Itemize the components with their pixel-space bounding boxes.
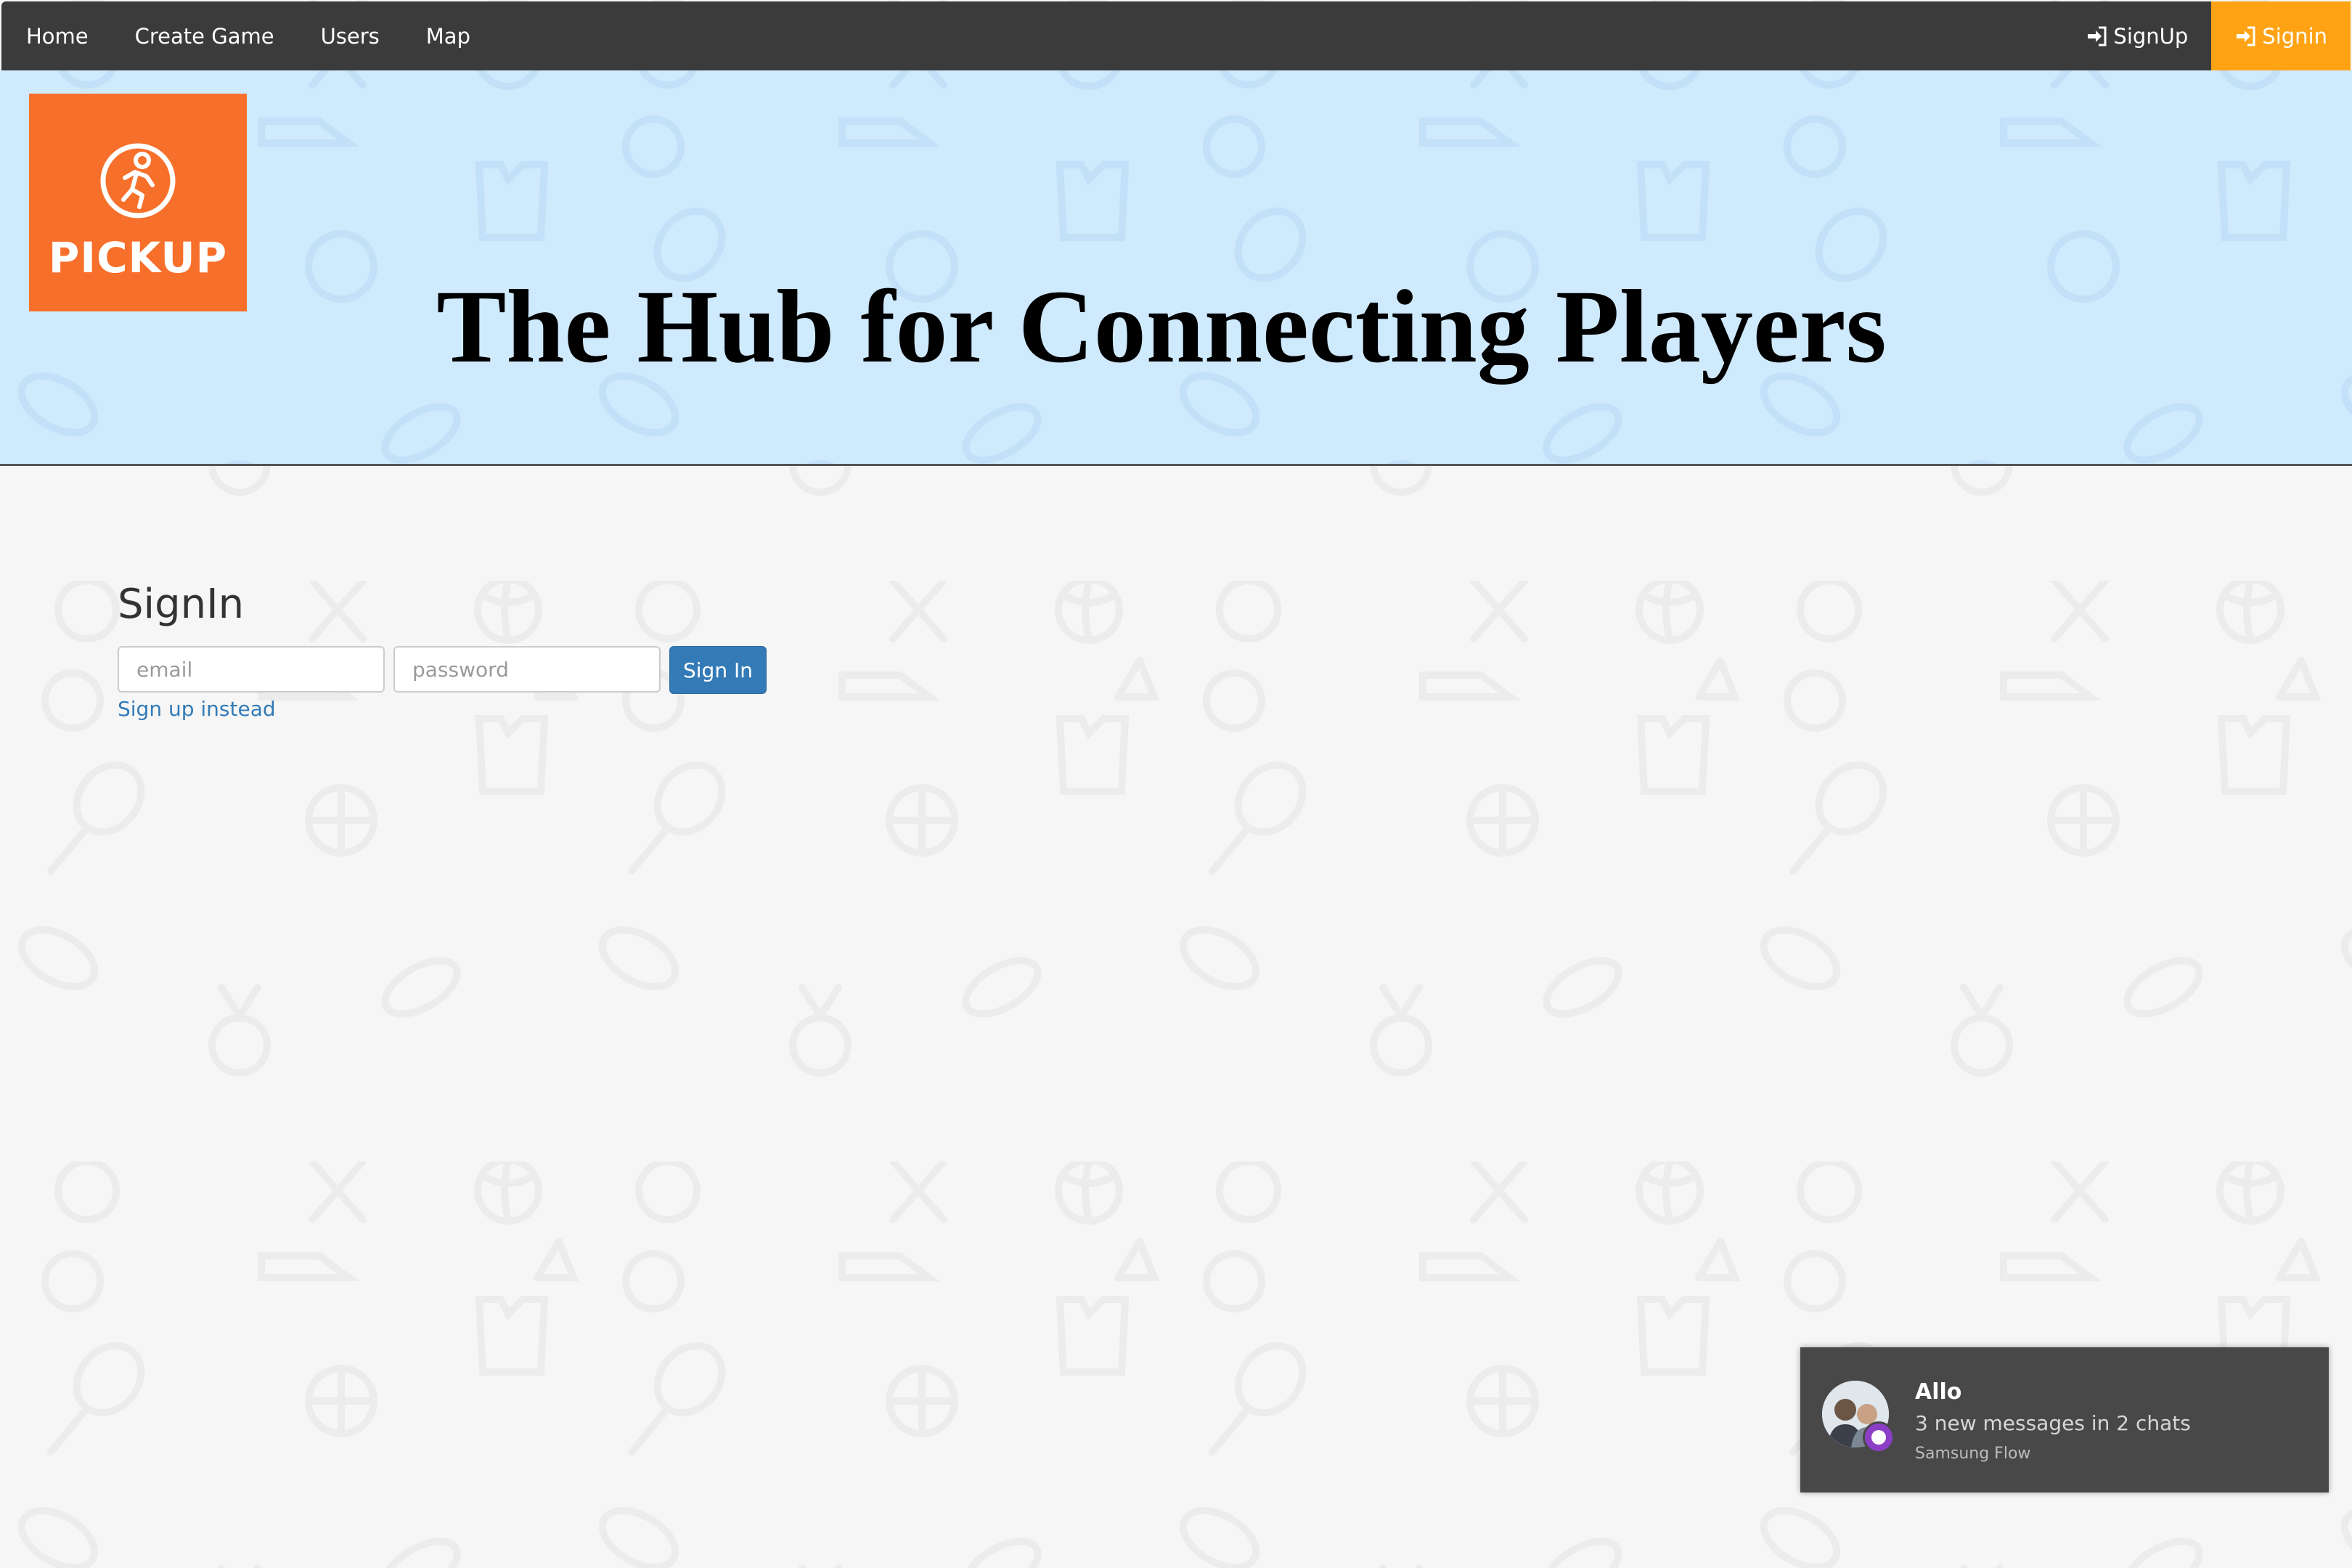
nav-map-label: Map [425,23,470,49]
nav-users-link[interactable]: Users [298,1,403,70]
nav-right-group: SignUp Signin [2062,1,2351,70]
notification-app-name: Allo [1915,1379,1962,1405]
nav-signup-label: SignUp [2113,23,2189,49]
top-navbar: Home Create Game Users Map SignUp Signin [1,1,2351,70]
hero-title: The Hub for Connecting Players [436,269,1887,385]
runner-icon [100,143,176,219]
notification-source: Samsung Flow [1915,1445,2031,1463]
nav-signin-label: Signin [2262,23,2327,49]
notification-message: 3 new messages in 2 chats [1915,1411,2191,1435]
nav-signup-link[interactable]: SignUp [2062,1,2211,70]
nav-map-link[interactable]: Map [403,1,494,70]
nav-left-group: Home Create Game Users Map [1,1,494,70]
nav-create-game-label: Create Game [134,23,274,49]
sign-in-button[interactable]: Sign In [669,646,767,694]
email-field[interactable] [118,646,385,693]
sign-in-icon [2086,25,2107,47]
password-field[interactable] [393,646,661,693]
allo-badge-icon [1863,1421,1895,1453]
hero-sports-pattern [0,70,2352,464]
sign-in-icon [2234,25,2256,47]
hero-banner: PICKUP The Hub for Connecting Players [0,70,2352,466]
notification-toast[interactable]: Allo 3 new messages in 2 chats Samsung F… [1800,1347,2329,1493]
nav-signin-link[interactable]: Signin [2211,1,2351,70]
sign-up-instead-link[interactable]: Sign up instead [118,697,276,721]
nav-users-label: Users [320,23,380,49]
nav-home-link[interactable]: Home [1,1,112,70]
signin-heading: SignIn [118,581,245,628]
nav-home-label: Home [26,23,89,49]
nav-create-game-link[interactable]: Create Game [112,1,298,70]
